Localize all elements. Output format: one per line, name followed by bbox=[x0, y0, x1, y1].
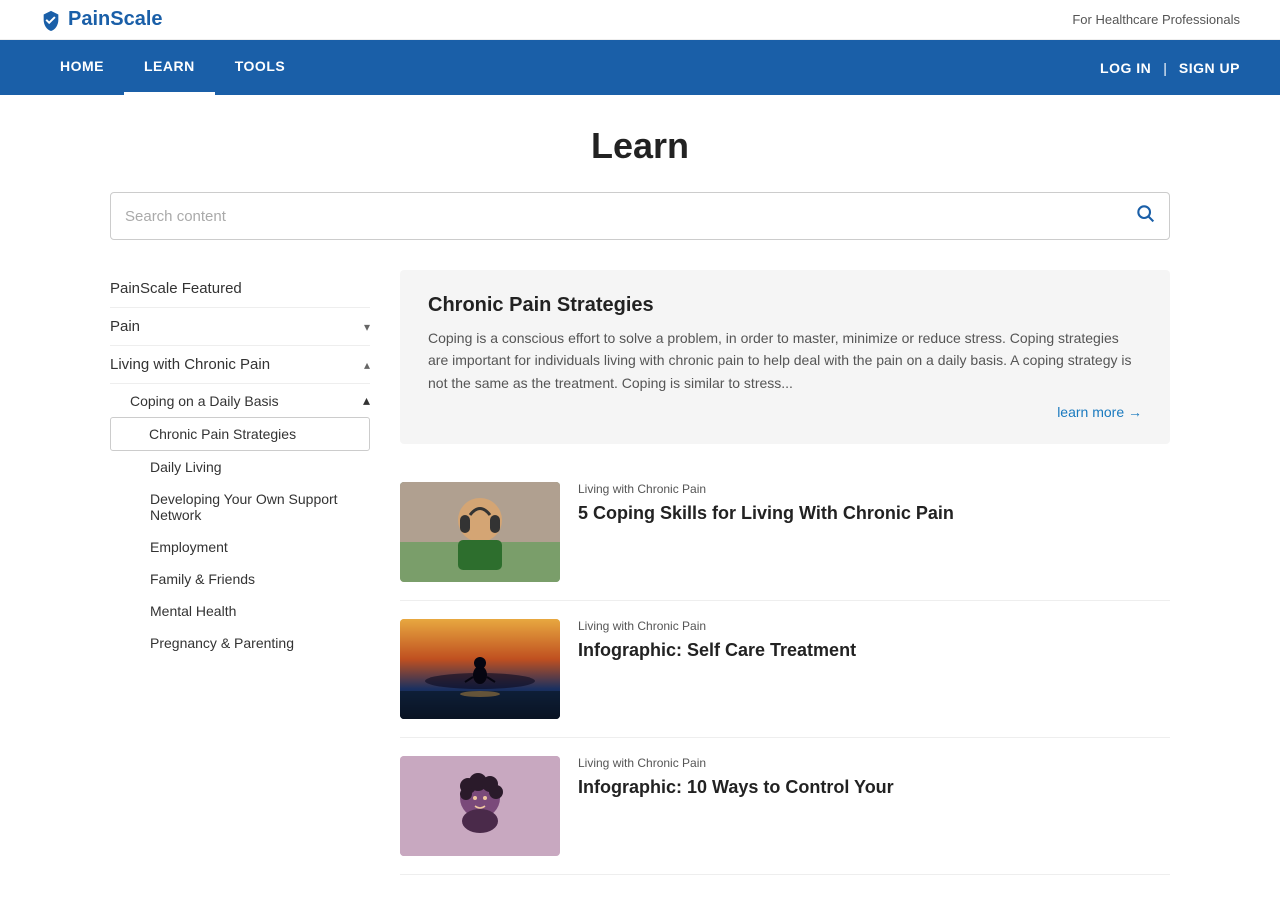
chevron-up-icon: ▴ bbox=[364, 358, 370, 372]
article-image-2 bbox=[400, 619, 560, 719]
signup-button[interactable]: SIGN UP bbox=[1179, 60, 1240, 76]
chevron-down-icon: ▾ bbox=[364, 320, 370, 334]
featured-article-title: Chronic Pain Strategies bbox=[428, 294, 1142, 317]
article-category-1: Living with Chronic Pain bbox=[578, 482, 954, 496]
chevron-up-sub-icon: ▴ bbox=[363, 392, 370, 409]
sidebar-item-family-friends[interactable]: Family & Friends bbox=[110, 563, 370, 595]
article-thumb-1 bbox=[400, 482, 560, 582]
sidebar-item-pain[interactable]: Pain ▾ bbox=[110, 308, 370, 346]
main-content: Learn PainScale Featured Pain ▾ bbox=[90, 95, 1190, 905]
sidebar-item-employment[interactable]: Employment bbox=[110, 531, 370, 563]
article-info-2: Living with Chronic Pain Infographic: Se… bbox=[578, 619, 856, 663]
top-bar: PainScale For Healthcare Professionals bbox=[0, 0, 1280, 40]
article-title-2: Infographic: Self Care Treatment bbox=[578, 638, 856, 663]
sidebar-item-daily-living[interactable]: Daily Living bbox=[110, 451, 370, 483]
page-title: Learn bbox=[110, 125, 1170, 167]
login-button[interactable]: LOG IN bbox=[1100, 60, 1151, 76]
article-card-1[interactable]: Living with Chronic Pain 5 Coping Skills… bbox=[400, 464, 1170, 601]
sidebar-item-support-network[interactable]: Developing Your Own Support Network bbox=[110, 483, 370, 531]
search-input[interactable] bbox=[125, 208, 1135, 225]
articles-area: Chronic Pain Strategies Coping is a cons… bbox=[400, 270, 1170, 875]
article-category-2: Living with Chronic Pain bbox=[578, 619, 856, 633]
sidebar-item-coping-daily-basis[interactable]: Coping on a Daily Basis ▴ bbox=[110, 384, 370, 417]
article-image-3 bbox=[400, 756, 560, 856]
sidebar-item-chronic-pain-strategies[interactable]: Chronic Pain Strategies bbox=[110, 417, 370, 451]
nav-tools[interactable]: TOOLS bbox=[215, 40, 305, 95]
learn-more-link[interactable]: learn more → bbox=[428, 404, 1142, 420]
for-professionals-text: For Healthcare Professionals bbox=[1072, 12, 1240, 27]
nav-left: HOME LEARN TOOLS bbox=[40, 40, 305, 95]
nav-right: LOG IN | SIGN UP bbox=[1100, 60, 1240, 76]
nav-bar: HOME LEARN TOOLS LOG IN | SIGN UP bbox=[0, 40, 1280, 95]
logo-shield-icon bbox=[40, 9, 62, 31]
article-card-2[interactable]: Living with Chronic Pain Infographic: Se… bbox=[400, 601, 1170, 738]
article-image-1 bbox=[400, 482, 560, 582]
logo-text: PainScale bbox=[68, 8, 163, 31]
article-thumb-3 bbox=[400, 756, 560, 856]
sidebar-item-mental-health[interactable]: Mental Health bbox=[110, 595, 370, 627]
logo-area[interactable]: PainScale bbox=[40, 8, 163, 31]
nav-learn[interactable]: LEARN bbox=[124, 40, 215, 95]
sidebar-item-living-chronic-pain[interactable]: Living with Chronic Pain ▴ bbox=[110, 346, 370, 384]
sidebar-item-painscale-featured[interactable]: PainScale Featured bbox=[110, 270, 370, 308]
featured-article-body: Coping is a conscious effort to solve a … bbox=[428, 327, 1142, 394]
search-bar bbox=[110, 192, 1170, 240]
article-category-3: Living with Chronic Pain bbox=[578, 756, 894, 770]
article-info-1: Living with Chronic Pain 5 Coping Skills… bbox=[578, 482, 954, 526]
article-info-3: Living with Chronic Pain Infographic: 10… bbox=[578, 756, 894, 800]
nav-auth-divider: | bbox=[1163, 60, 1167, 76]
nav-home[interactable]: HOME bbox=[40, 40, 124, 95]
sidebar: PainScale Featured Pain ▾ Living with Ch… bbox=[110, 270, 370, 659]
content-layout: PainScale Featured Pain ▾ Living with Ch… bbox=[110, 270, 1170, 875]
article-title-3: Infographic: 10 Ways to Control Your bbox=[578, 775, 894, 800]
search-icon bbox=[1135, 203, 1155, 223]
article-thumb-2 bbox=[400, 619, 560, 719]
article-title-1: 5 Coping Skills for Living With Chronic … bbox=[578, 501, 954, 526]
featured-article: Chronic Pain Strategies Coping is a cons… bbox=[400, 270, 1170, 444]
sidebar-item-pregnancy-parenting[interactable]: Pregnancy & Parenting bbox=[110, 627, 370, 659]
article-card-3[interactable]: Living with Chronic Pain Infographic: 10… bbox=[400, 738, 1170, 875]
search-button[interactable] bbox=[1135, 203, 1155, 229]
